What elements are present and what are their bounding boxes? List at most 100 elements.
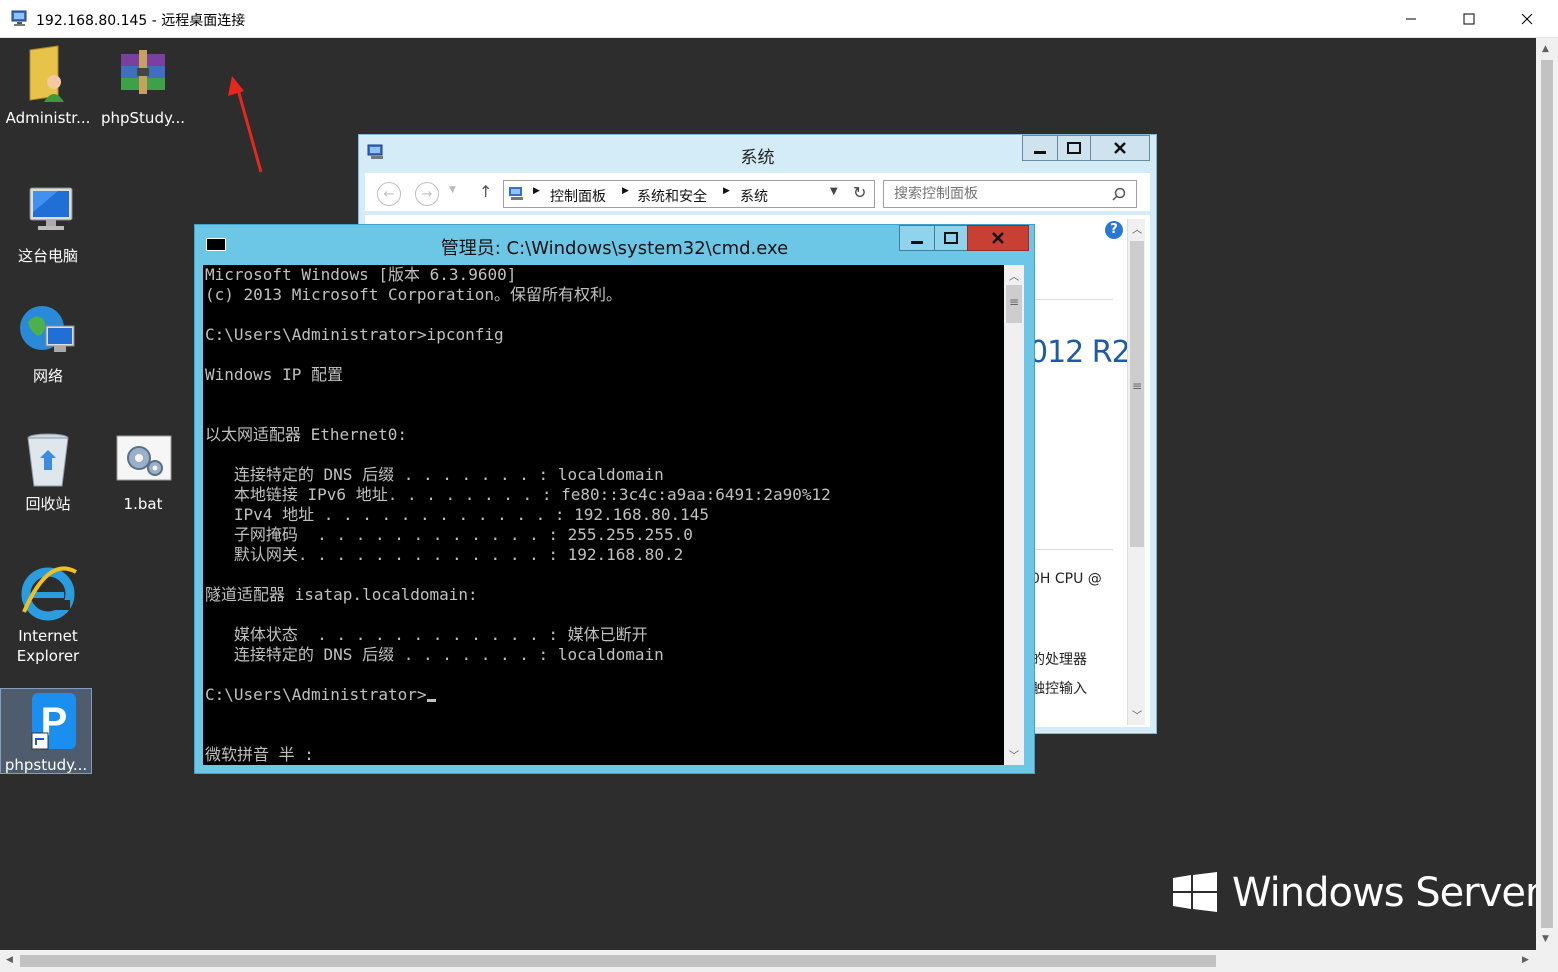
grip-icon: ≡ <box>1009 295 1020 309</box>
cmd-line <box>205 345 831 365</box>
computer-icon <box>18 182 78 242</box>
scroll-down-icon[interactable]: ▼ <box>1542 934 1549 944</box>
desktop-icon-label: 1.bat <box>123 495 163 513</box>
cmd-minimize-button[interactable] <box>899 225 935 251</box>
desktop-icon-label: 网络 <box>32 367 63 385</box>
minimize-button[interactable] <box>1382 0 1440 38</box>
processor-type-text: 的处理器 <box>1031 652 1087 668</box>
divider <box>1025 299 1113 300</box>
back-arrow-icon: ← <box>383 186 395 202</box>
scrollbar-corner <box>1536 950 1558 972</box>
cmd-line: C:\Users\Administrator>ipconfig <box>205 325 504 344</box>
forward-button[interactable]: → <box>415 182 439 206</box>
minimize-icon <box>1034 151 1046 154</box>
cmd-window[interactable]: 管理员: C:\Windows\system32\cmd.exe Microso… <box>194 224 1035 774</box>
desktop-icon-label: phpStudy... <box>100 109 186 127</box>
system-maximize-button[interactable] <box>1057 135 1091 161</box>
rdp-horizontal-scrollbar[interactable]: ◀ ▶ <box>0 950 1536 972</box>
scroll-up-icon[interactable]: ︿ <box>1132 221 1142 236</box>
cmd-scrollbar[interactable]: ︿ ≡ ﹀ <box>1004 265 1024 765</box>
refresh-icon[interactable]: ↻ <box>853 183 866 202</box>
cmd-line <box>205 665 831 685</box>
windows-edition-text: 012 R2 <box>1029 335 1131 370</box>
remote-desktop-icon <box>11 10 27 26</box>
close-icon <box>1114 142 1126 154</box>
cmd-line <box>205 705 831 725</box>
minimize-icon <box>1406 18 1416 20</box>
cmd-console[interactable]: Microsoft Windows [版本 6.3.9600] (c) 2013 … <box>203 265 1004 765</box>
scrollbar-thumb[interactable] <box>20 955 1216 967</box>
user-folder-icon <box>18 44 78 104</box>
windows-server-watermark: Windows Server 20 <box>1232 870 1536 916</box>
scrollbar-thumb[interactable] <box>1541 60 1553 928</box>
cmd-line: Windows IP 配置 <box>205 365 343 384</box>
cmd-line <box>205 725 831 745</box>
recycle-bin-icon <box>18 430 78 490</box>
batch-file-icon <box>113 430 173 490</box>
close-icon <box>992 232 1004 244</box>
search-input[interactable] <box>894 182 1114 206</box>
cmd-line: 媒体状态 . . . . . . . . . . . . : 媒体已断开 <box>205 625 648 644</box>
cmd-line: 默认网关. . . . . . . . . . . . . : 192.168.… <box>205 545 684 564</box>
minimize-icon <box>911 241 923 244</box>
help-icon[interactable]: ? <box>1105 221 1123 239</box>
cmd-maximize-button[interactable] <box>934 225 968 251</box>
cmd-line: IPv4 地址 . . . . . . . . . . . . : 192.16… <box>205 505 710 524</box>
cmd-line <box>205 305 831 325</box>
maximize-icon <box>1067 142 1081 154</box>
system-close-button[interactable] <box>1090 135 1150 161</box>
cmd-line: C:\Users\Administrator> <box>205 685 831 705</box>
scroll-up-icon[interactable]: ▲ <box>1542 44 1549 54</box>
back-button[interactable]: ← <box>377 182 401 206</box>
desktop-icon-network[interactable]: 网络 <box>2 302 94 386</box>
scroll-down-icon[interactable]: ﹀ <box>1009 747 1019 762</box>
address-bar[interactable]: ▶ 控制面板 ▶ 系统和安全 ▶ 系统 ▼ ↻ <box>503 180 875 208</box>
breadcrumb-system-security[interactable]: 系统和安全 <box>637 186 707 206</box>
scroll-right-icon[interactable]: ▶ <box>1522 955 1529 965</box>
remote-desktop[interactable]: Administr... phpStudy... 这台电脑 网络 回收站 1.b… <box>0 38 1536 950</box>
scroll-down-icon[interactable]: ﹀ <box>1132 707 1142 722</box>
cmd-line <box>205 565 831 585</box>
scrollbar-thumb[interactable] <box>1130 241 1144 547</box>
internet-explorer-icon <box>18 562 78 622</box>
desktop-icon-recycle-bin[interactable]: 回收站 <box>2 430 94 514</box>
close-button[interactable] <box>1498 0 1556 38</box>
rdp-vertical-scrollbar[interactable]: ▲ ▼ <box>1536 38 1558 950</box>
maximize-button[interactable] <box>1440 0 1498 38</box>
cmd-close-button[interactable] <box>967 225 1029 251</box>
winrar-archive-icon <box>113 44 173 104</box>
breadcrumb-system[interactable]: 系统 <box>740 186 768 206</box>
breadcrumb-separator-icon: ▶ <box>622 186 629 196</box>
desktop-icon-phpstudy-archive[interactable]: phpStudy... <box>97 44 189 128</box>
desktop-icon-phpstudy-shortcut[interactable]: P phpstudy... <box>0 688 92 774</box>
breadcrumb-control-panel[interactable]: 控制面板 <box>550 186 606 206</box>
cmd-line <box>205 405 831 425</box>
scroll-up-icon[interactable]: ︿ <box>1009 268 1019 283</box>
address-dropdown-icon[interactable]: ▼ <box>830 186 838 197</box>
touch-input-text: 触控输入 <box>1031 681 1087 697</box>
cmd-line <box>205 385 831 405</box>
rdp-titlebar[interactable]: 192.168.80.145 - 远程桌面连接 <box>0 0 1558 38</box>
recent-pages-chevron-icon[interactable]: ▼ <box>449 185 456 195</box>
cmd-line: 本地链接 IPv6 地址. . . . . . . . : fe80::3c4c… <box>205 485 831 504</box>
desktop-icon-internet-explorer[interactable]: Internet Explorer <box>2 562 94 666</box>
search-icon[interactable] <box>1112 187 1126 201</box>
system-nav-bar: ← → ▼ ↑ ▶ 控制面板 ▶ 系统和安全 ▶ 系统 ▼ ↻ <box>365 173 1150 211</box>
desktop-icon-administrator[interactable]: Administr... <box>2 44 94 128</box>
search-control-panel-field[interactable] <box>883 180 1137 208</box>
cmd-line: 连接特定的 DNS 后缀 . . . . . . . : localdomain <box>205 465 664 484</box>
scroll-left-icon[interactable]: ◀ <box>6 955 13 965</box>
desktop-icon-this-pc[interactable]: 这台电脑 <box>2 182 94 266</box>
system-minimize-button[interactable] <box>1022 135 1058 161</box>
cmd-line: 子网掩码 . . . . . . . . . . . . : 255.255.2… <box>205 525 693 544</box>
text-cursor <box>426 699 436 702</box>
system-scrollbar[interactable]: ︿ ≡ ﹀ <box>1127 219 1145 725</box>
up-arrow-icon[interactable]: ↑ <box>479 182 492 201</box>
desktop-icon-label: 回收站 <box>25 495 71 513</box>
cmd-line: 微软拼音 半 : <box>205 745 314 764</box>
control-panel-icon <box>509 187 523 200</box>
forward-arrow-icon: → <box>421 186 433 202</box>
maximize-icon <box>944 232 958 244</box>
desktop-icon-1-bat[interactable]: 1.bat <box>97 430 189 514</box>
cmd-line: Microsoft Windows [版本 6.3.9600] <box>205 265 517 284</box>
